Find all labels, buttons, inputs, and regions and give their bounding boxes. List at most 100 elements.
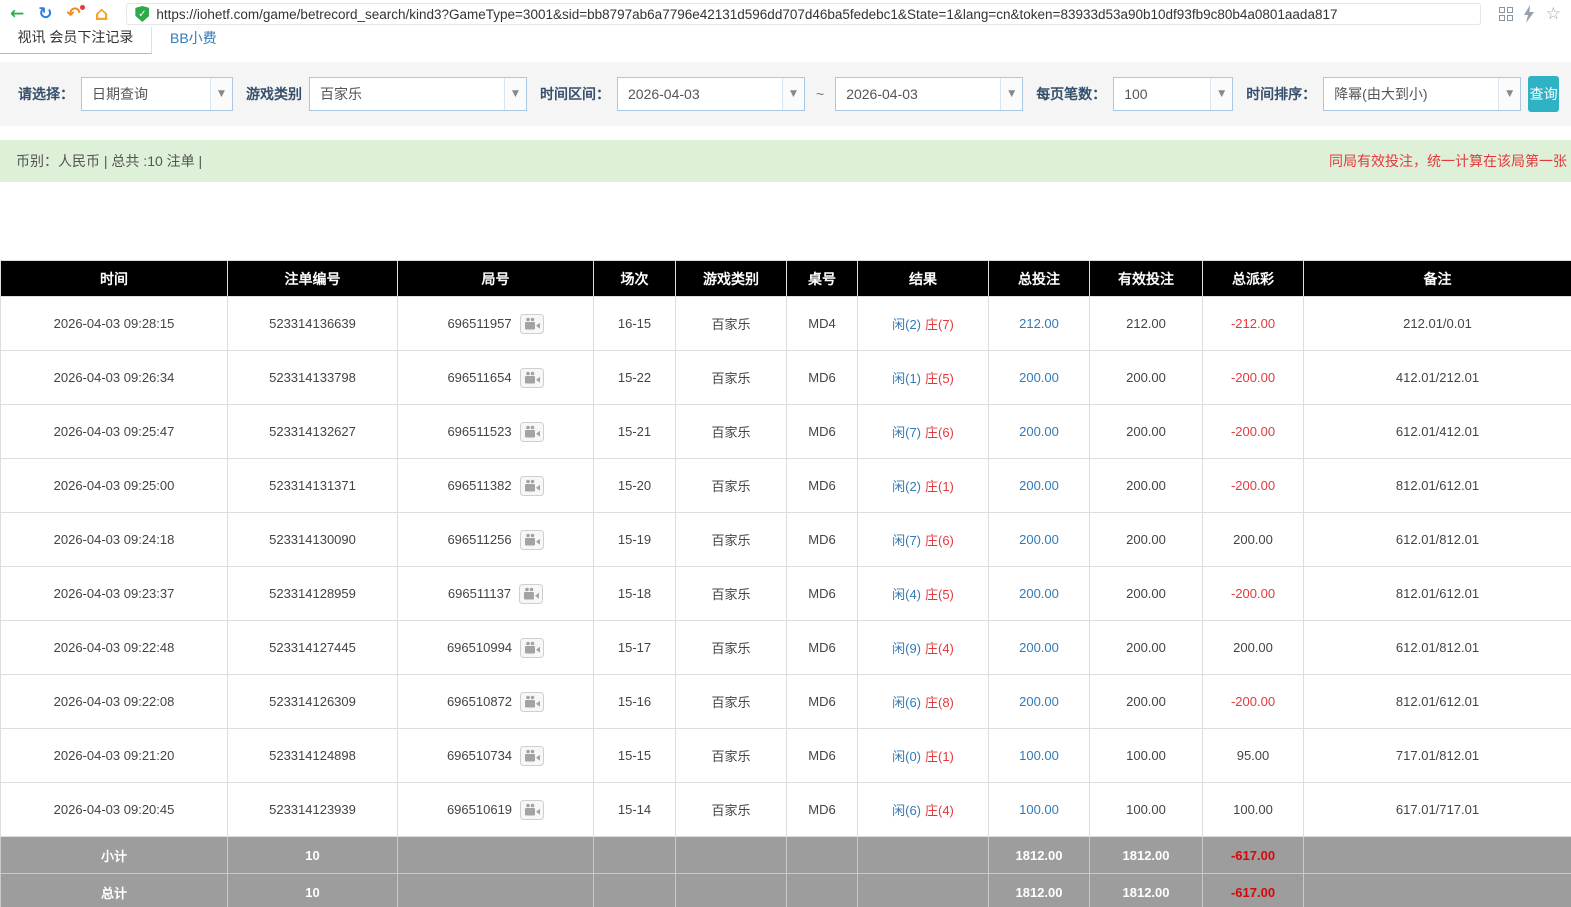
cell-game-type: 百家乐 bbox=[675, 458, 787, 513]
chevron-down-icon[interactable]: ▼ bbox=[1000, 78, 1023, 110]
bookmark-star-icon[interactable]: ☆ bbox=[1546, 4, 1561, 24]
cell-table-no: MD4 bbox=[786, 296, 858, 351]
chevron-down-icon[interactable]: ▼ bbox=[210, 78, 232, 110]
total-total-bet: 1812.00 bbox=[988, 873, 1090, 907]
video-replay-icon[interactable] bbox=[520, 799, 545, 820]
video-replay-icon[interactable] bbox=[519, 475, 544, 496]
total-bet-link[interactable]: 200.00 bbox=[1019, 694, 1059, 709]
round-number: 696511654 bbox=[447, 370, 512, 385]
cell-session: 15-19 bbox=[593, 512, 676, 567]
notification-dot bbox=[79, 4, 85, 10]
cell-note: 612.01/412.01 bbox=[1303, 404, 1571, 459]
total-valid-bet: 1812.00 bbox=[1089, 873, 1203, 907]
cell-time: 2026-04-03 09:23:37 bbox=[0, 566, 228, 621]
round-number: 696511137 bbox=[447, 586, 512, 601]
result-player: 闲(9) bbox=[892, 641, 921, 656]
refresh-icon[interactable]: ↻ bbox=[38, 5, 52, 23]
game-type-select[interactable]: 百家乐 ▼ bbox=[309, 77, 527, 111]
cell-bet-id: 523314131371 bbox=[227, 458, 398, 513]
cell-note: 717.01/812.01 bbox=[1303, 728, 1571, 783]
cell-table-no: MD6 bbox=[786, 782, 858, 837]
range-separator: ~ bbox=[816, 86, 825, 102]
tab-video-bet-record[interactable]: 视讯 会员下注记录 bbox=[0, 27, 152, 54]
round-number: 696510734 bbox=[446, 748, 513, 763]
search-button[interactable]: 查询 bbox=[1528, 76, 1559, 112]
video-replay-icon[interactable] bbox=[519, 421, 544, 442]
url-text[interactable]: https://iohetf.com/game/betrecord_search… bbox=[156, 7, 1337, 22]
cell-payout: -200.00 bbox=[1202, 566, 1304, 621]
video-replay-icon[interactable] bbox=[519, 367, 544, 388]
table-row: 2026-04-03 09:26:34 523314133798 6965116… bbox=[0, 350, 1571, 405]
cell-result: 闲(6) 庄(8) bbox=[857, 674, 989, 729]
cell-session: 15-18 bbox=[593, 566, 676, 621]
total-bet-link[interactable]: 100.00 bbox=[1019, 802, 1059, 817]
cell-session: 15-17 bbox=[593, 620, 676, 675]
cell-round: 696511654 bbox=[397, 350, 594, 405]
date-from-value: 2026-04-03 bbox=[628, 86, 700, 102]
total-bet-link[interactable]: 200.00 bbox=[1019, 424, 1059, 439]
total-bet-link[interactable]: 200.00 bbox=[1019, 370, 1059, 385]
page-size-value: 100 bbox=[1124, 86, 1148, 102]
result-banker: 庄(5) bbox=[925, 587, 954, 602]
tab-bb-tip[interactable]: BB小费 bbox=[152, 28, 235, 54]
video-replay-icon[interactable] bbox=[520, 637, 545, 658]
cell-valid-bet: 200.00 bbox=[1089, 350, 1203, 405]
cell-payout: 200.00 bbox=[1202, 512, 1304, 567]
round-number: 696511957 bbox=[447, 316, 512, 331]
video-replay-icon[interactable] bbox=[519, 583, 544, 604]
round-number: 696510619 bbox=[446, 802, 513, 817]
cell-round: 696511957 bbox=[397, 296, 594, 351]
page-size-label: 每页笔数： bbox=[1036, 86, 1107, 102]
undo-icon[interactable]: ↶ bbox=[67, 4, 85, 23]
sort-order-select[interactable]: 降幂(由大到小) ▼ bbox=[1323, 77, 1522, 111]
total-bet-link[interactable]: 200.00 bbox=[1019, 478, 1059, 493]
cell-time: 2026-04-03 09:25:47 bbox=[0, 404, 228, 459]
chevron-down-icon[interactable]: ▼ bbox=[1210, 78, 1233, 110]
chevron-down-icon[interactable]: ▼ bbox=[504, 78, 526, 110]
cell-valid-bet: 100.00 bbox=[1089, 728, 1203, 783]
home-icon[interactable]: ⌂ bbox=[95, 4, 109, 24]
security-shield-icon: ✓ bbox=[135, 6, 150, 22]
round-number: 696510994 bbox=[446, 640, 513, 655]
back-icon[interactable]: ← bbox=[10, 5, 24, 23]
cell-bet-id: 523314136639 bbox=[227, 296, 398, 351]
total-bet-link[interactable]: 100.00 bbox=[1019, 748, 1059, 763]
table-row: 2026-04-03 09:25:47 523314132627 6965115… bbox=[0, 404, 1571, 459]
page-size-select[interactable]: 100 ▼ bbox=[1113, 77, 1234, 111]
chevron-down-icon[interactable]: ▼ bbox=[782, 78, 804, 110]
filter-bar: 请选择： 日期查询 ▼ 游戏类别 百家乐 ▼ 时间区间： 2026-04-03 … bbox=[0, 62, 1571, 126]
cell-game-type: 百家乐 bbox=[675, 296, 787, 351]
subtotal-count: 10 bbox=[227, 836, 398, 874]
cell-game-type: 百家乐 bbox=[675, 512, 787, 567]
video-replay-icon[interactable] bbox=[520, 691, 545, 712]
video-replay-icon[interactable] bbox=[520, 745, 545, 766]
total-bet-link[interactable]: 200.00 bbox=[1019, 532, 1059, 547]
total-bet-link[interactable]: 200.00 bbox=[1019, 586, 1059, 601]
cell-game-type: 百家乐 bbox=[675, 620, 787, 675]
cell-round: 696511256 bbox=[397, 512, 594, 567]
cell-note: 812.01/612.01 bbox=[1303, 458, 1571, 513]
chevron-down-icon[interactable]: ▼ bbox=[1498, 78, 1521, 110]
cell-round: 696510994 bbox=[397, 620, 594, 675]
url-bar[interactable]: ✓ https://iohetf.com/game/betrecord_sear… bbox=[126, 3, 1481, 25]
query-type-select[interactable]: 日期查询 ▼ bbox=[81, 77, 233, 111]
video-replay-icon[interactable] bbox=[519, 313, 544, 334]
table-row: 2026-04-03 09:28:15 523314136639 6965119… bbox=[0, 296, 1571, 351]
table-body: 2026-04-03 09:28:15 523314136639 6965119… bbox=[0, 296, 1571, 837]
date-to-select[interactable]: 2026-04-03 ▼ bbox=[835, 77, 1024, 111]
extensions-grid-icon[interactable] bbox=[1498, 7, 1513, 21]
lightning-icon[interactable] bbox=[1523, 5, 1535, 23]
video-replay-icon[interactable] bbox=[519, 529, 544, 550]
date-from-select[interactable]: 2026-04-03 ▼ bbox=[617, 77, 805, 111]
total-bet-link[interactable]: 200.00 bbox=[1019, 640, 1059, 655]
cell-table-no: MD6 bbox=[786, 458, 858, 513]
cell-round: 696510619 bbox=[397, 782, 594, 837]
total-bet-link[interactable]: 212.00 bbox=[1019, 316, 1059, 331]
cell-time: 2026-04-03 09:20:45 bbox=[0, 782, 228, 837]
cell-payout: -200.00 bbox=[1202, 404, 1304, 459]
result-banker: 庄(4) bbox=[925, 803, 954, 818]
result-player: 闲(2) bbox=[892, 479, 921, 494]
cell-valid-bet: 100.00 bbox=[1089, 782, 1203, 837]
cell-table-no: MD6 bbox=[786, 674, 858, 729]
cell-time: 2026-04-03 09:22:48 bbox=[0, 620, 228, 675]
